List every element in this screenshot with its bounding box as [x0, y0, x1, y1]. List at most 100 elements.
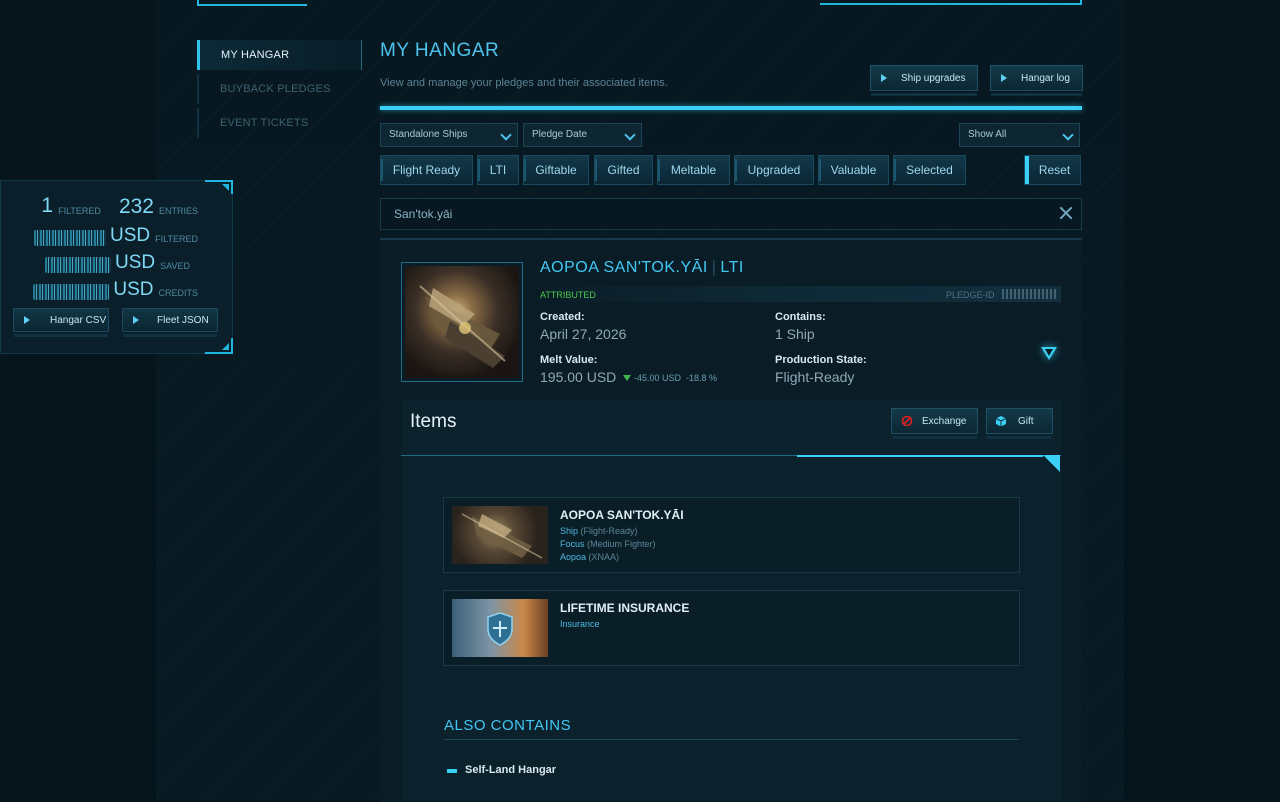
usd-saved-label: SAVED — [160, 261, 190, 271]
stat-usd-saved-row: USD SAVED — [45, 251, 198, 273]
hangar-csv-button[interactable]: Hangar CSV — [13, 308, 109, 337]
sidebar-item-buyback-pledges[interactable]: BUYBACK PLEDGES — [197, 74, 362, 104]
close-icon[interactable] — [1059, 206, 1073, 220]
chip-label: Giftable — [535, 163, 577, 177]
entries-count: 232 — [118, 195, 154, 218]
filter-chip-lti[interactable]: LTI — [477, 155, 519, 185]
item-detail: Aopoa (XNAA) — [560, 552, 619, 562]
item-detail-paren: (Flight-Ready) — [580, 526, 638, 536]
stat-usd-filtered-row: USD FILTERED — [34, 224, 198, 246]
panel-corner — [205, 338, 233, 354]
item-detail-main: Aopoa — [560, 552, 587, 562]
search-input[interactable]: San'tok.yāi — [380, 198, 1082, 230]
item-name: AOPOA SAN'TOK.YĀI — [560, 508, 684, 522]
gift-icon — [995, 416, 1007, 427]
items-divider-highlight — [797, 455, 1043, 457]
top-frame-right — [820, 0, 1082, 5]
melt-value: 195.00 USD — [540, 369, 617, 385]
filter-chip-valuable[interactable]: Valuable — [818, 155, 889, 185]
filter-chip-giftable[interactable]: Giftable — [523, 155, 589, 185]
item-detail: Insurance — [560, 619, 600, 629]
type-select[interactable]: Standalone Ships — [380, 123, 518, 147]
chip-label: Meltable — [670, 163, 717, 177]
search-value: San'tok.yāi — [394, 207, 453, 221]
item-detail-main: Ship — [560, 526, 579, 536]
usd-currency: USD — [113, 279, 154, 300]
stat-usd-credits-row: USD CREDITS — [33, 278, 198, 300]
filtered-count: 1 — [41, 194, 54, 217]
chip-label: LTI — [489, 163, 507, 177]
pledge-thumbnail[interactable] — [405, 266, 519, 378]
fleet-json-button[interactable]: Fleet JSON — [122, 308, 218, 337]
also-contains-divider — [444, 739, 1019, 740]
item-detail-paren: (XNAA) — [588, 552, 620, 562]
melt-delta-percent: -18.8 % — [686, 373, 718, 383]
page-title: MY HANGAR — [380, 40, 500, 61]
pledge-id-label: PLEDGE-ID — [946, 290, 995, 300]
item-detail-main: Insurance — [560, 619, 600, 629]
fleet-json-label: Fleet JSON — [157, 314, 209, 326]
items-corner — [1043, 455, 1060, 472]
item-detail-paren: (Medium Fighter) — [587, 539, 656, 549]
contains-label: Contains: — [775, 311, 826, 323]
redacted-value — [33, 284, 110, 300]
chip-label: Flight Ready — [392, 163, 461, 177]
filtered-label: FILTERED — [58, 206, 101, 216]
show-select[interactable]: Show All — [959, 123, 1080, 147]
melt-delta: -45.00 USD -18.8 % — [623, 373, 717, 383]
exchange-icon — [901, 415, 913, 427]
hangar-log-label: Hangar log — [1021, 72, 1070, 84]
insurance-shield-icon — [487, 612, 513, 646]
reset-label: Reset — [1038, 163, 1071, 177]
melt-delta-value: -45.00 USD — [634, 373, 682, 383]
production-label: Production State: — [775, 354, 867, 366]
filter-chip-meltable[interactable]: Meltable — [657, 155, 730, 185]
hangar-log-button[interactable]: Hangar log — [990, 65, 1083, 96]
page-subtitle: View and manage your pledges and their a… — [380, 77, 668, 89]
ship-image — [461, 513, 543, 559]
filter-chip-gifted[interactable]: Gifted — [594, 155, 653, 185]
list-item[interactable]: LIFETIME INSURANCE Insurance — [443, 590, 1020, 666]
contains-value: 1 Ship — [775, 326, 815, 342]
chevron-down-icon — [624, 129, 636, 141]
pledge-name: AOPOA SAN'TOK.YĀI — [540, 259, 708, 276]
usd-currency: USD — [110, 225, 151, 246]
usd-credits-label: CREDITS — [158, 288, 198, 298]
list-item[interactable]: AOPOA SAN'TOK.YĀI Ship (Flight-Ready) Fo… — [443, 497, 1020, 573]
bullet-icon — [447, 769, 457, 773]
panel-corner — [205, 180, 233, 194]
expand-triangle-icon[interactable] — [1041, 347, 1057, 360]
filter-chip-flight-ready[interactable]: Flight Ready — [380, 155, 473, 185]
usd-filtered-label: FILTERED — [155, 234, 198, 244]
stat-counts-row: 1 FILTERED 232 ENTRIES — [41, 194, 198, 218]
ship-upgrades-label: Ship upgrades — [901, 72, 966, 84]
hangar-stats-panel: 1 FILTERED 232 ENTRIES USD FILTERED USD … — [0, 180, 233, 354]
entries-label: ENTRIES — [158, 206, 198, 216]
sidebar-item-my-hangar[interactable]: MY HANGAR — [197, 40, 362, 70]
play-icon — [881, 74, 887, 82]
sidebar-item-event-tickets[interactable]: EVENT TICKETS — [197, 108, 362, 138]
created-label: Created: — [540, 311, 585, 323]
filter-chip-selected[interactable]: Selected — [893, 155, 966, 185]
filter-chip-upgraded[interactable]: Upgraded — [734, 155, 814, 185]
ship-image — [419, 285, 506, 368]
redacted-value — [34, 230, 107, 246]
item-image — [452, 506, 548, 564]
exchange-button[interactable]: Exchange — [891, 408, 978, 439]
chip-label: Valuable — [830, 163, 877, 177]
top-frame-left — [197, 0, 307, 6]
ship-upgrades-button[interactable]: Ship upgrades — [870, 65, 978, 96]
sort-select[interactable]: Pledge Date — [523, 123, 642, 147]
chip-label: Upgraded — [747, 163, 801, 177]
reset-button[interactable]: Reset — [1024, 155, 1081, 185]
header-divider — [380, 106, 1082, 110]
usd-currency: USD — [115, 252, 156, 273]
show-select-value: Show All — [968, 129, 1007, 140]
gift-button[interactable]: Gift — [986, 408, 1053, 439]
type-select-value: Standalone Ships — [389, 129, 468, 140]
sidebar-nav: MY HANGAR BUYBACK PLEDGES EVENT TICKETS — [197, 40, 362, 142]
pledge-title: AOPOA SAN'TOK.YĀI | LTI — [540, 259, 744, 276]
play-icon — [24, 316, 30, 324]
items-title: Items — [410, 411, 457, 432]
also-contains-title: ALSO CONTAINS — [444, 717, 572, 734]
